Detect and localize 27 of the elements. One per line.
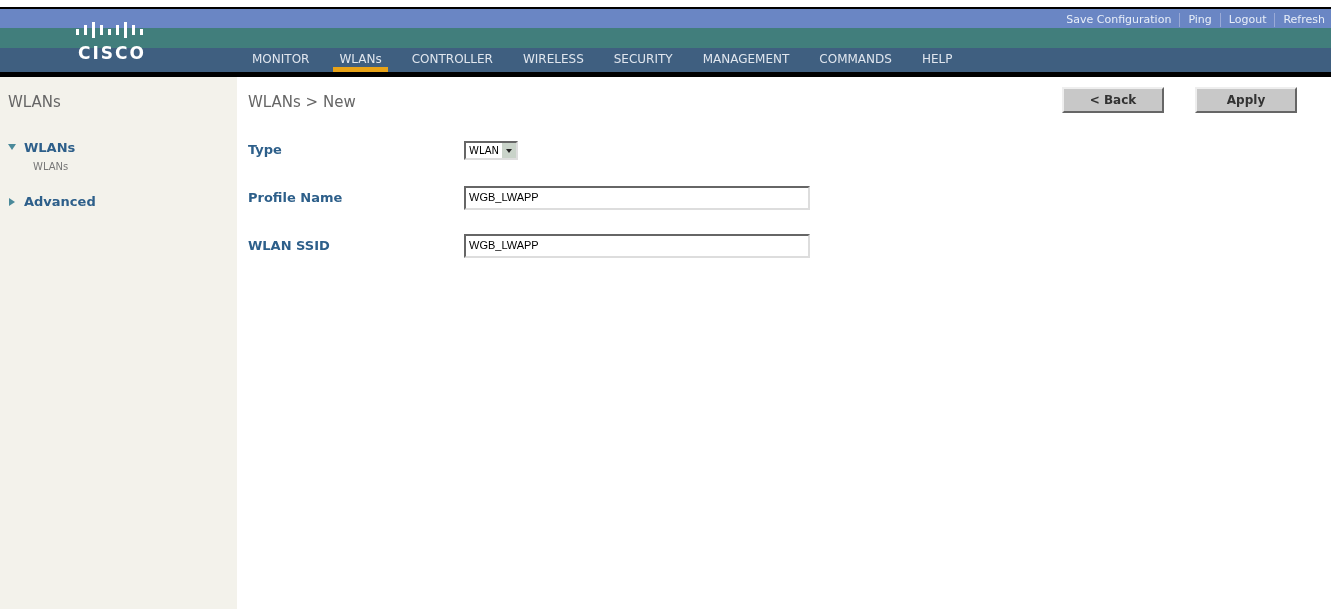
field-label: Type <box>248 141 283 160</box>
sidebar-item[interactable]: WLANs <box>24 137 76 157</box>
header-link[interactable]: Ping <box>1188 12 1212 29</box>
nav-tab[interactable]: SECURITY <box>607 49 679 72</box>
nav-tab[interactable]: MONITOR <box>246 49 316 72</box>
header-link[interactable]: Refresh <box>1283 12 1325 29</box>
nav-tab[interactable]: CONTROLLER <box>405 49 499 72</box>
nav-tab[interactable]: HELP <box>915 49 959 72</box>
sidebar-subitem[interactable]: WLANs <box>33 159 237 174</box>
type-dropdown[interactable]: WLAN <box>464 140 518 160</box>
brand-wordmark: CISCO <box>78 45 146 62</box>
nav-tab[interactable]: MANAGEMENT <box>696 49 796 72</box>
nav-tab[interactable]: COMMANDS <box>813 49 898 72</box>
input-field[interactable]: WGB_LWAPP <box>464 234 810 258</box>
nav-tab[interactable]: WIRELESS <box>516 49 590 72</box>
sidebar-item[interactable]: Advanced <box>24 192 96 212</box>
page-title: WLANs > New <box>248 93 356 111</box>
input-field[interactable]: WGB_LWAPP <box>464 186 810 210</box>
action-button[interactable]: < Back <box>1062 87 1164 113</box>
field-label: Profile Name <box>248 189 344 208</box>
expanded-triangle-icon[interactable] <box>8 143 16 152</box>
field-label: WLAN SSID <box>248 237 331 256</box>
action-button[interactable]: Apply <box>1195 87 1297 113</box>
header-link[interactable]: Logout <box>1228 12 1267 29</box>
header-link[interactable]: Save Configuration <box>1066 12 1172 29</box>
collapsed-triangle-icon[interactable] <box>8 197 16 206</box>
sidebar-title: WLANs <box>8 92 62 113</box>
